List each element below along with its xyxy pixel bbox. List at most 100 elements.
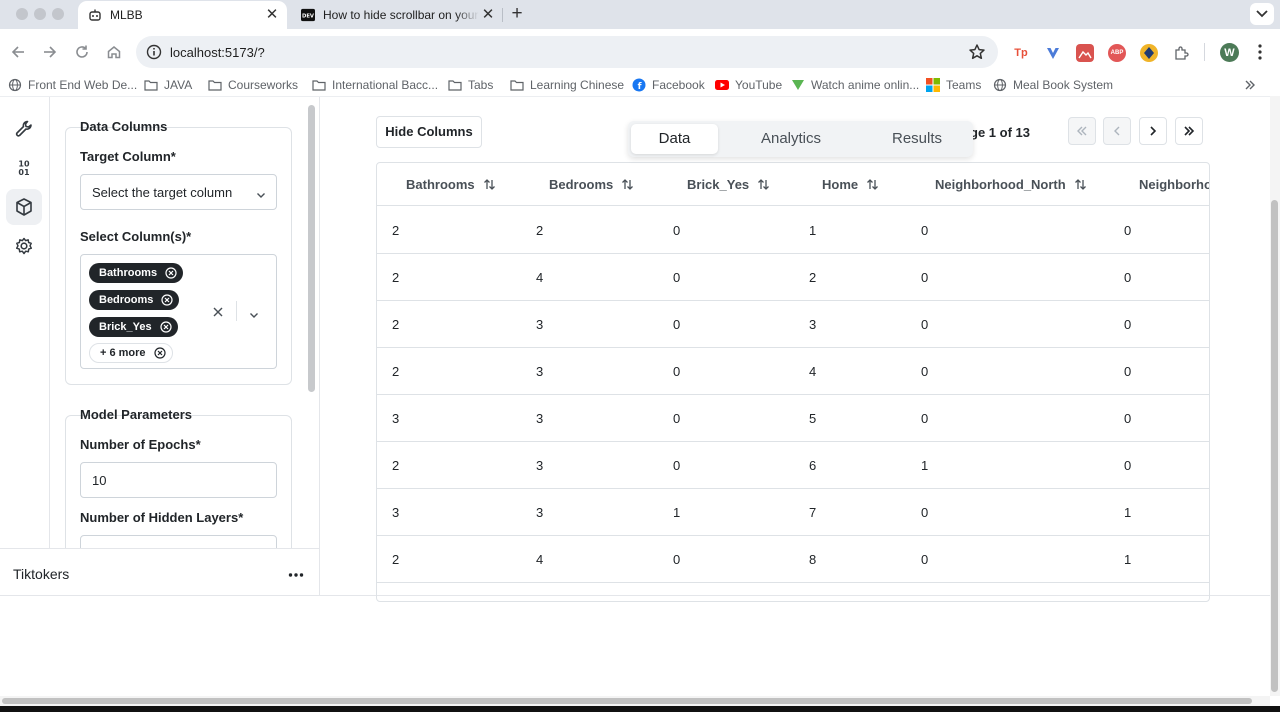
bookmark-international-bacc[interactable]: International Bacc... xyxy=(312,78,438,92)
chevron-down-icon[interactable] xyxy=(249,307,259,318)
table-cell: 0 xyxy=(921,411,929,426)
selected-column-pill[interactable]: Brick_Yes xyxy=(89,317,178,337)
bookmark-anime[interactable]: Watch anime onlin... xyxy=(791,78,919,92)
column-header[interactable]: Bedrooms xyxy=(549,177,634,192)
anime-icon xyxy=(791,78,805,92)
column-header[interactable]: Neighborhood_North xyxy=(935,177,1087,192)
settings-scrollbar[interactable] xyxy=(308,105,315,392)
reload-icon[interactable] xyxy=(72,42,92,62)
sort-icon[interactable] xyxy=(483,178,496,191)
page-horizontal-scroll-thumb[interactable] xyxy=(2,698,1252,704)
clear-selection-icon[interactable] xyxy=(212,305,224,317)
folder-icon xyxy=(448,78,462,92)
bookmark-label: Facebook xyxy=(652,78,705,92)
target-column-placeholder: Select the target column xyxy=(92,185,233,200)
sort-icon[interactable] xyxy=(757,178,770,191)
last-page-button[interactable] xyxy=(1175,117,1203,145)
tab-close-icon[interactable]: ✕ xyxy=(479,7,497,23)
site-info-icon[interactable] xyxy=(146,44,162,60)
tab-search-icon[interactable] xyxy=(1250,3,1274,25)
tab-mlbb[interactable]: MLBB ✕ xyxy=(78,1,287,29)
more-columns-pill[interactable]: + 6 more xyxy=(89,343,173,363)
bookmark-teams[interactable]: Teams xyxy=(926,78,981,92)
forward-arrow-icon[interactable] xyxy=(40,42,60,62)
teams-icon xyxy=(926,78,940,92)
bookmark-front-end[interactable]: Front End Web De... xyxy=(8,78,137,92)
bookmark-learning-chinese[interactable]: Learning Chinese xyxy=(510,78,624,92)
column-header[interactable]: Bathrooms xyxy=(406,177,496,192)
table-cell: 0 xyxy=(921,317,929,332)
window-minimize-button[interactable] xyxy=(34,8,46,20)
first-page-button[interactable] xyxy=(1068,117,1096,145)
more-options-icon[interactable] xyxy=(288,567,304,577)
browser-menu-icon[interactable] xyxy=(1254,42,1266,62)
epochs-input[interactable]: 10 xyxy=(80,462,277,498)
next-page-button[interactable] xyxy=(1139,117,1167,145)
address-bar[interactable]: localhost:5173/? xyxy=(136,36,998,68)
bookmarks-overflow-icon[interactable] xyxy=(1244,78,1256,94)
hidden-layers-label: Number of Hidden Layers* xyxy=(80,510,244,525)
bookmark-facebook[interactable]: f Facebook xyxy=(632,78,705,92)
bookmark-courseworks[interactable]: Courseworks xyxy=(208,78,298,92)
remove-pill-icon[interactable] xyxy=(165,267,177,279)
window-close-button[interactable] xyxy=(16,8,28,20)
prev-page-button[interactable] xyxy=(1103,117,1131,145)
table-cell: 2 xyxy=(809,270,817,285)
settings-icon[interactable] xyxy=(6,228,42,264)
tab-dev-article[interactable]: DEV How to hide scrollbar on your ✕ xyxy=(291,1,503,29)
table-cell: 0 xyxy=(921,505,929,520)
selected-column-pill[interactable]: Bathrooms xyxy=(89,263,184,283)
sort-icon[interactable] xyxy=(621,178,634,191)
youtube-icon xyxy=(715,78,729,92)
profile-avatar[interactable]: W xyxy=(1220,43,1239,62)
model-icon[interactable]: 10 01 xyxy=(6,150,42,186)
columns-multiselect[interactable]: Bathrooms Bedrooms Brick_Yes + 6 more xyxy=(80,254,277,369)
bookmark-meal-book[interactable]: Meal Book System xyxy=(993,78,1113,92)
adblock-extension-icon[interactable]: ABP xyxy=(1108,44,1126,62)
folder-icon xyxy=(208,78,222,92)
robot-favicon-icon xyxy=(88,8,102,22)
folder-icon xyxy=(144,78,158,92)
pill-label: Bedrooms xyxy=(99,294,154,306)
image-extension-icon[interactable] xyxy=(1076,44,1094,62)
segment-analytics[interactable]: Analytics xyxy=(734,124,848,154)
sort-icon[interactable] xyxy=(1074,178,1087,191)
dataset-icon[interactable] xyxy=(6,189,42,225)
table-cell: 3 xyxy=(392,411,400,426)
vpn-extension-icon[interactable] xyxy=(1140,44,1158,62)
target-column-select[interactable]: Select the target column xyxy=(80,174,277,210)
pill-label: Brick_Yes xyxy=(99,321,152,333)
column-header[interactable]: Home xyxy=(822,177,879,192)
puzzle-extensions-icon[interactable] xyxy=(1172,44,1190,62)
sort-icon[interactable] xyxy=(866,178,879,191)
bookmark-star-icon[interactable] xyxy=(968,43,986,61)
v-extension-icon[interactable] xyxy=(1044,44,1062,62)
bookmark-youtube[interactable]: YouTube xyxy=(715,78,782,92)
page-vertical-scroll-thumb[interactable] xyxy=(1271,200,1278,692)
remove-more-icon[interactable] xyxy=(153,347,166,359)
bookmark-tabs[interactable]: Tabs xyxy=(448,78,493,92)
svg-text:DEV: DEV xyxy=(302,14,315,20)
hidden-layers-input[interactable] xyxy=(80,535,277,548)
tools-icon[interactable] xyxy=(6,111,42,147)
column-header[interactable]: Brick_Yes xyxy=(687,177,770,192)
selected-column-pill[interactable]: Bedrooms xyxy=(89,290,180,310)
window-zoom-button[interactable] xyxy=(52,8,64,20)
tab-close-icon[interactable]: ✕ xyxy=(263,7,281,23)
folder-icon xyxy=(510,78,524,92)
tab-separator xyxy=(502,8,503,22)
data-table: Bathrooms Bedrooms Brick_Yes Home Neighb… xyxy=(376,162,1210,602)
column-header[interactable]: Neighborho xyxy=(1139,177,1209,192)
remove-pill-icon[interactable] xyxy=(160,321,172,333)
remove-pill-icon[interactable] xyxy=(161,294,174,306)
segment-results[interactable]: Results xyxy=(864,124,970,154)
pill-label: Bathrooms xyxy=(99,267,158,279)
home-icon[interactable] xyxy=(104,42,124,62)
new-tab-icon[interactable]: + xyxy=(508,4,526,24)
back-arrow-icon[interactable] xyxy=(8,42,28,62)
tp-extension-icon[interactable]: Tp xyxy=(1012,44,1030,62)
segment-data[interactable]: Data xyxy=(631,124,718,154)
bookmark-label: YouTube xyxy=(735,78,783,92)
bookmark-java[interactable]: JAVA xyxy=(144,78,192,92)
hide-columns-button[interactable]: Hide Columns xyxy=(376,116,482,148)
